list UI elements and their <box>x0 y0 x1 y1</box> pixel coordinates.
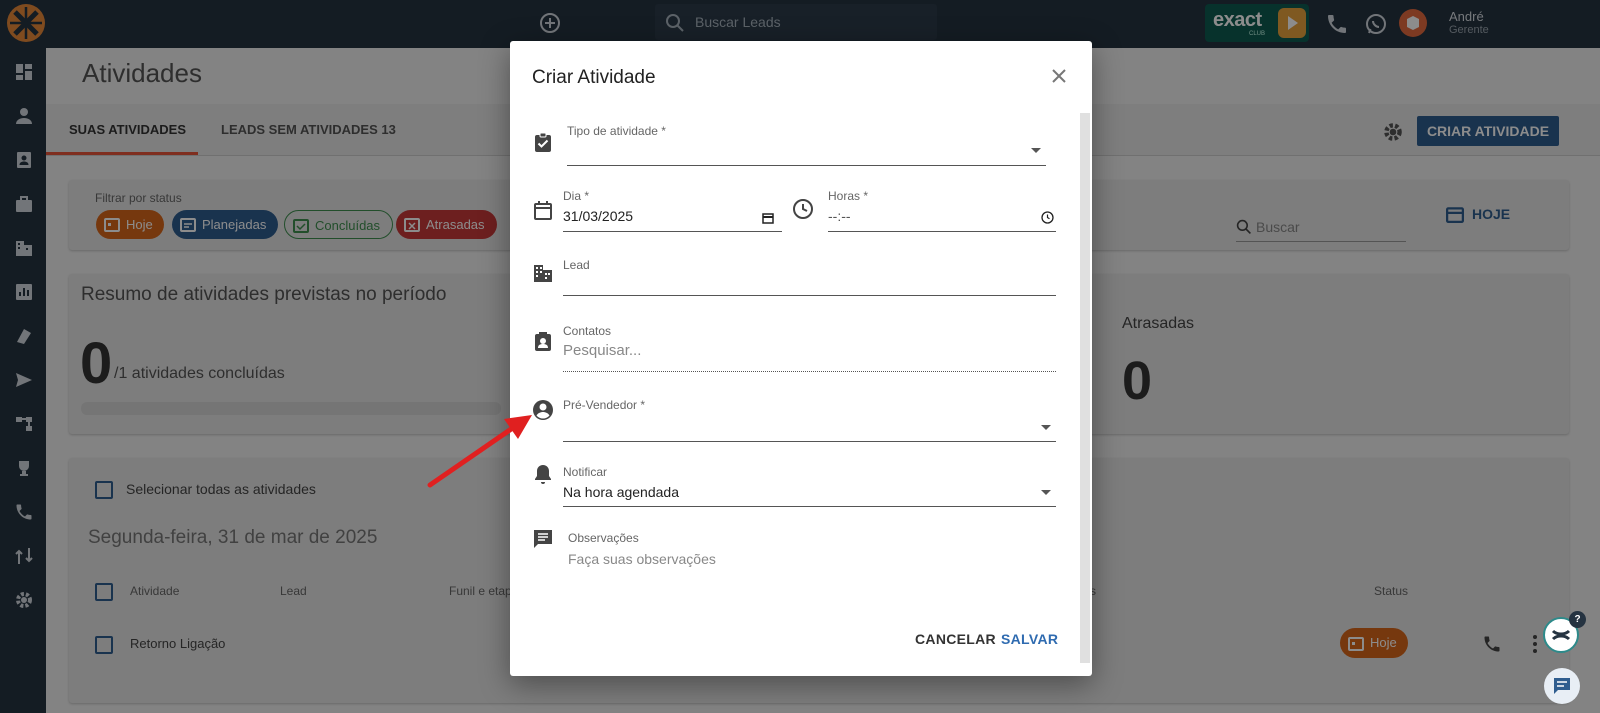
dialog-scrollbar[interactable] <box>1080 113 1090 663</box>
annotation-arrow-icon <box>427 415 532 488</box>
cancel-button[interactable]: CANCELAR <box>915 631 996 647</box>
create-activity-dialog: Criar Atividade Tipo de atividade * Dia … <box>510 41 1092 676</box>
contact-card-icon <box>535 332 551 351</box>
prevendedor-select[interactable] <box>563 441 1056 442</box>
prevendedor-label: Pré-Vendedor * <box>563 398 646 412</box>
dia-value[interactable]: 31/03/2025 <box>563 208 633 224</box>
close-icon[interactable] <box>1050 67 1068 85</box>
assignment-check-icon <box>535 132 551 152</box>
contatos-placeholder[interactable]: Pesquisar... <box>563 342 641 359</box>
contatos-input[interactable] <box>563 370 1056 372</box>
notificar-value[interactable]: Na hora agendada <box>563 484 679 500</box>
dialog-title: Criar Atividade <box>532 67 656 88</box>
tipo-dropdown-caret[interactable] <box>1031 148 1041 153</box>
obs-label: Observações <box>568 531 639 545</box>
horas-input[interactable] <box>828 231 1056 232</box>
save-button[interactable]: SALVAR <box>1001 631 1058 647</box>
time-picker-icon[interactable] <box>1041 211 1054 224</box>
building-icon <box>534 265 552 282</box>
prevendedor-dropdown-caret[interactable] <box>1041 425 1051 430</box>
clock-icon <box>793 199 813 219</box>
notificar-dropdown-caret[interactable] <box>1041 490 1051 495</box>
contatos-label: Contatos <box>563 324 612 338</box>
tipo-select[interactable] <box>567 165 1046 166</box>
lead-input[interactable] <box>563 295 1056 296</box>
lead-label: Lead <box>563 258 590 272</box>
calendar-icon <box>534 201 552 220</box>
dia-label: Dia * <box>563 189 590 203</box>
dia-input[interactable] <box>563 231 782 232</box>
chat-button[interactable] <box>1544 668 1580 704</box>
date-picker-icon[interactable] <box>762 212 774 224</box>
notificar-select[interactable] <box>563 506 1056 507</box>
comment-icon <box>534 530 552 548</box>
tipo-label: Tipo de atividade * <box>567 124 666 138</box>
notificar-label: Notificar <box>563 465 608 479</box>
help-badge[interactable]: ? <box>1569 611 1586 628</box>
horas-value[interactable]: --:-- <box>828 208 851 224</box>
horas-label: Horas * <box>828 189 869 203</box>
obs-placeholder[interactable]: Faça suas observações <box>568 551 716 567</box>
